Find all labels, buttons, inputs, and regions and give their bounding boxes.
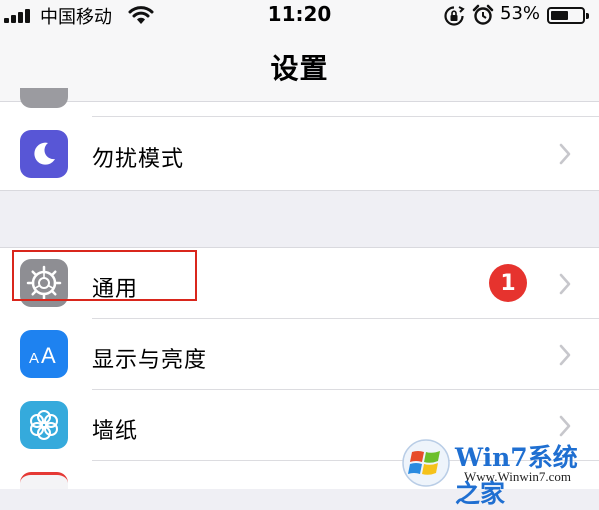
- notification-badge: 1: [489, 264, 527, 302]
- row-separator: [92, 116, 599, 117]
- chevron-right-icon: [559, 344, 571, 366]
- previous-row-icon-partial: [20, 88, 68, 108]
- chevron-right-icon: [559, 273, 571, 295]
- svg-text:A: A: [29, 350, 39, 367]
- settings-row-label: 显示与亮度: [92, 348, 208, 373]
- next-row-icon-partial: [20, 472, 68, 489]
- top-bar: 中国移动 11:20 53% 设置: [0, 0, 599, 102]
- group-divider: [0, 190, 599, 191]
- battery-percent: 53%: [500, 3, 541, 24]
- moon-icon: [20, 130, 68, 178]
- settings-row-label: 勿扰模式: [92, 147, 185, 172]
- settings-row-display-brightness[interactable]: A A 显示与亮度: [0, 319, 599, 389]
- status-bar: 中国移动 11:20 53%: [0, 0, 599, 32]
- page-title: 设置: [270, 52, 329, 85]
- settings-row-do-not-disturb[interactable]: 勿扰模式: [0, 119, 599, 189]
- watermark-url: Www.Winwin7.com: [464, 469, 571, 484]
- alarm-icon: [472, 4, 494, 25]
- windows-logo-icon: [402, 439, 450, 487]
- watermark: Win7系统之家 Www.Winwin7.com: [400, 436, 599, 508]
- rotation-lock-icon: [444, 6, 465, 26]
- chevron-right-icon: [559, 415, 571, 437]
- chevron-right-icon: [559, 143, 571, 165]
- settings-row-label: 墙纸: [92, 419, 139, 444]
- svg-text:A: A: [41, 343, 56, 367]
- text-size-icon: A A: [20, 330, 68, 378]
- flower-icon: [20, 401, 68, 449]
- battery-icon: [547, 7, 589, 24]
- settings-group-1: 勿扰模式: [0, 88, 599, 190]
- highlight-box: [12, 250, 197, 301]
